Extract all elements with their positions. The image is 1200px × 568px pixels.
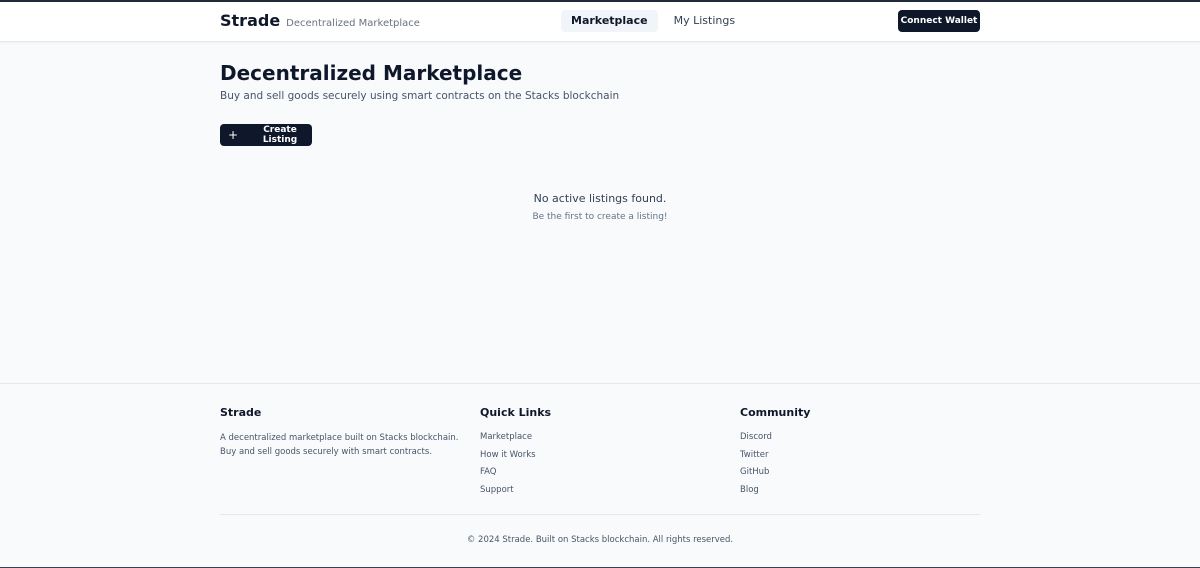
footer-quick-links: Quick Links Marketplace How it Works FAQ… [480,406,551,499]
create-listing-label: Create Listing [262,125,298,145]
footer-link-support[interactable]: Support [480,482,551,500]
brand[interactable]: Strade Decentralized Marketplace [220,11,420,30]
plus-icon: + [228,128,239,142]
quick-links-list: Marketplace How it Works FAQ Support [480,429,551,499]
footer: Strade A decentralized marketplace built… [0,383,1200,567]
top-navbar: Strade Decentralized Marketplace Marketp… [0,2,1200,42]
main-content: Decentralized Marketplace Buy and sell g… [220,60,980,222]
footer-about: Strade A decentralized marketplace built… [220,406,465,459]
empty-state-title: No active listings found. [533,192,667,205]
nav-my-listings[interactable]: My Listings [664,10,745,32]
nav-marketplace[interactable]: Marketplace [561,10,658,32]
page-subtitle: Buy and sell goods securely using smart … [220,90,620,102]
footer-community: Community Discord Twitter GitHub Blog [740,406,810,499]
empty-state-subtitle: Be the first to create a listing! [532,212,668,222]
footer-link-faq[interactable]: FAQ [480,464,551,482]
brand-tagline: Decentralized Marketplace [286,18,420,29]
page-title: Decentralized Marketplace [220,61,523,85]
footer-description: A decentralized marketplace built on Sta… [220,433,459,457]
copyright: © 2024 Strade. Built on Stacks blockchai… [466,535,734,545]
footer-link-marketplace[interactable]: Marketplace [480,429,551,447]
empty-state: No active listings found. Be the first t… [220,192,980,222]
community-links-list: Discord Twitter GitHub Blog [740,429,810,499]
footer-link-twitter[interactable]: Twitter [740,447,810,465]
main-nav: Marketplace My Listings [561,10,745,32]
footer-divider [220,514,980,515]
connect-wallet-button[interactable]: Connect Wallet [898,10,980,32]
create-listing-button[interactable]: + Create Listing [220,124,312,146]
footer-link-blog[interactable]: Blog [740,482,810,500]
quick-links-heading: Quick Links [480,406,552,419]
footer-link-github[interactable]: GitHub [740,464,810,482]
footer-link-how-it-works[interactable]: How it Works [480,447,551,465]
footer-link-discord[interactable]: Discord [740,429,810,447]
community-heading: Community [740,406,811,419]
footer-brand: Strade [220,406,262,419]
brand-name: Strade [220,11,281,30]
